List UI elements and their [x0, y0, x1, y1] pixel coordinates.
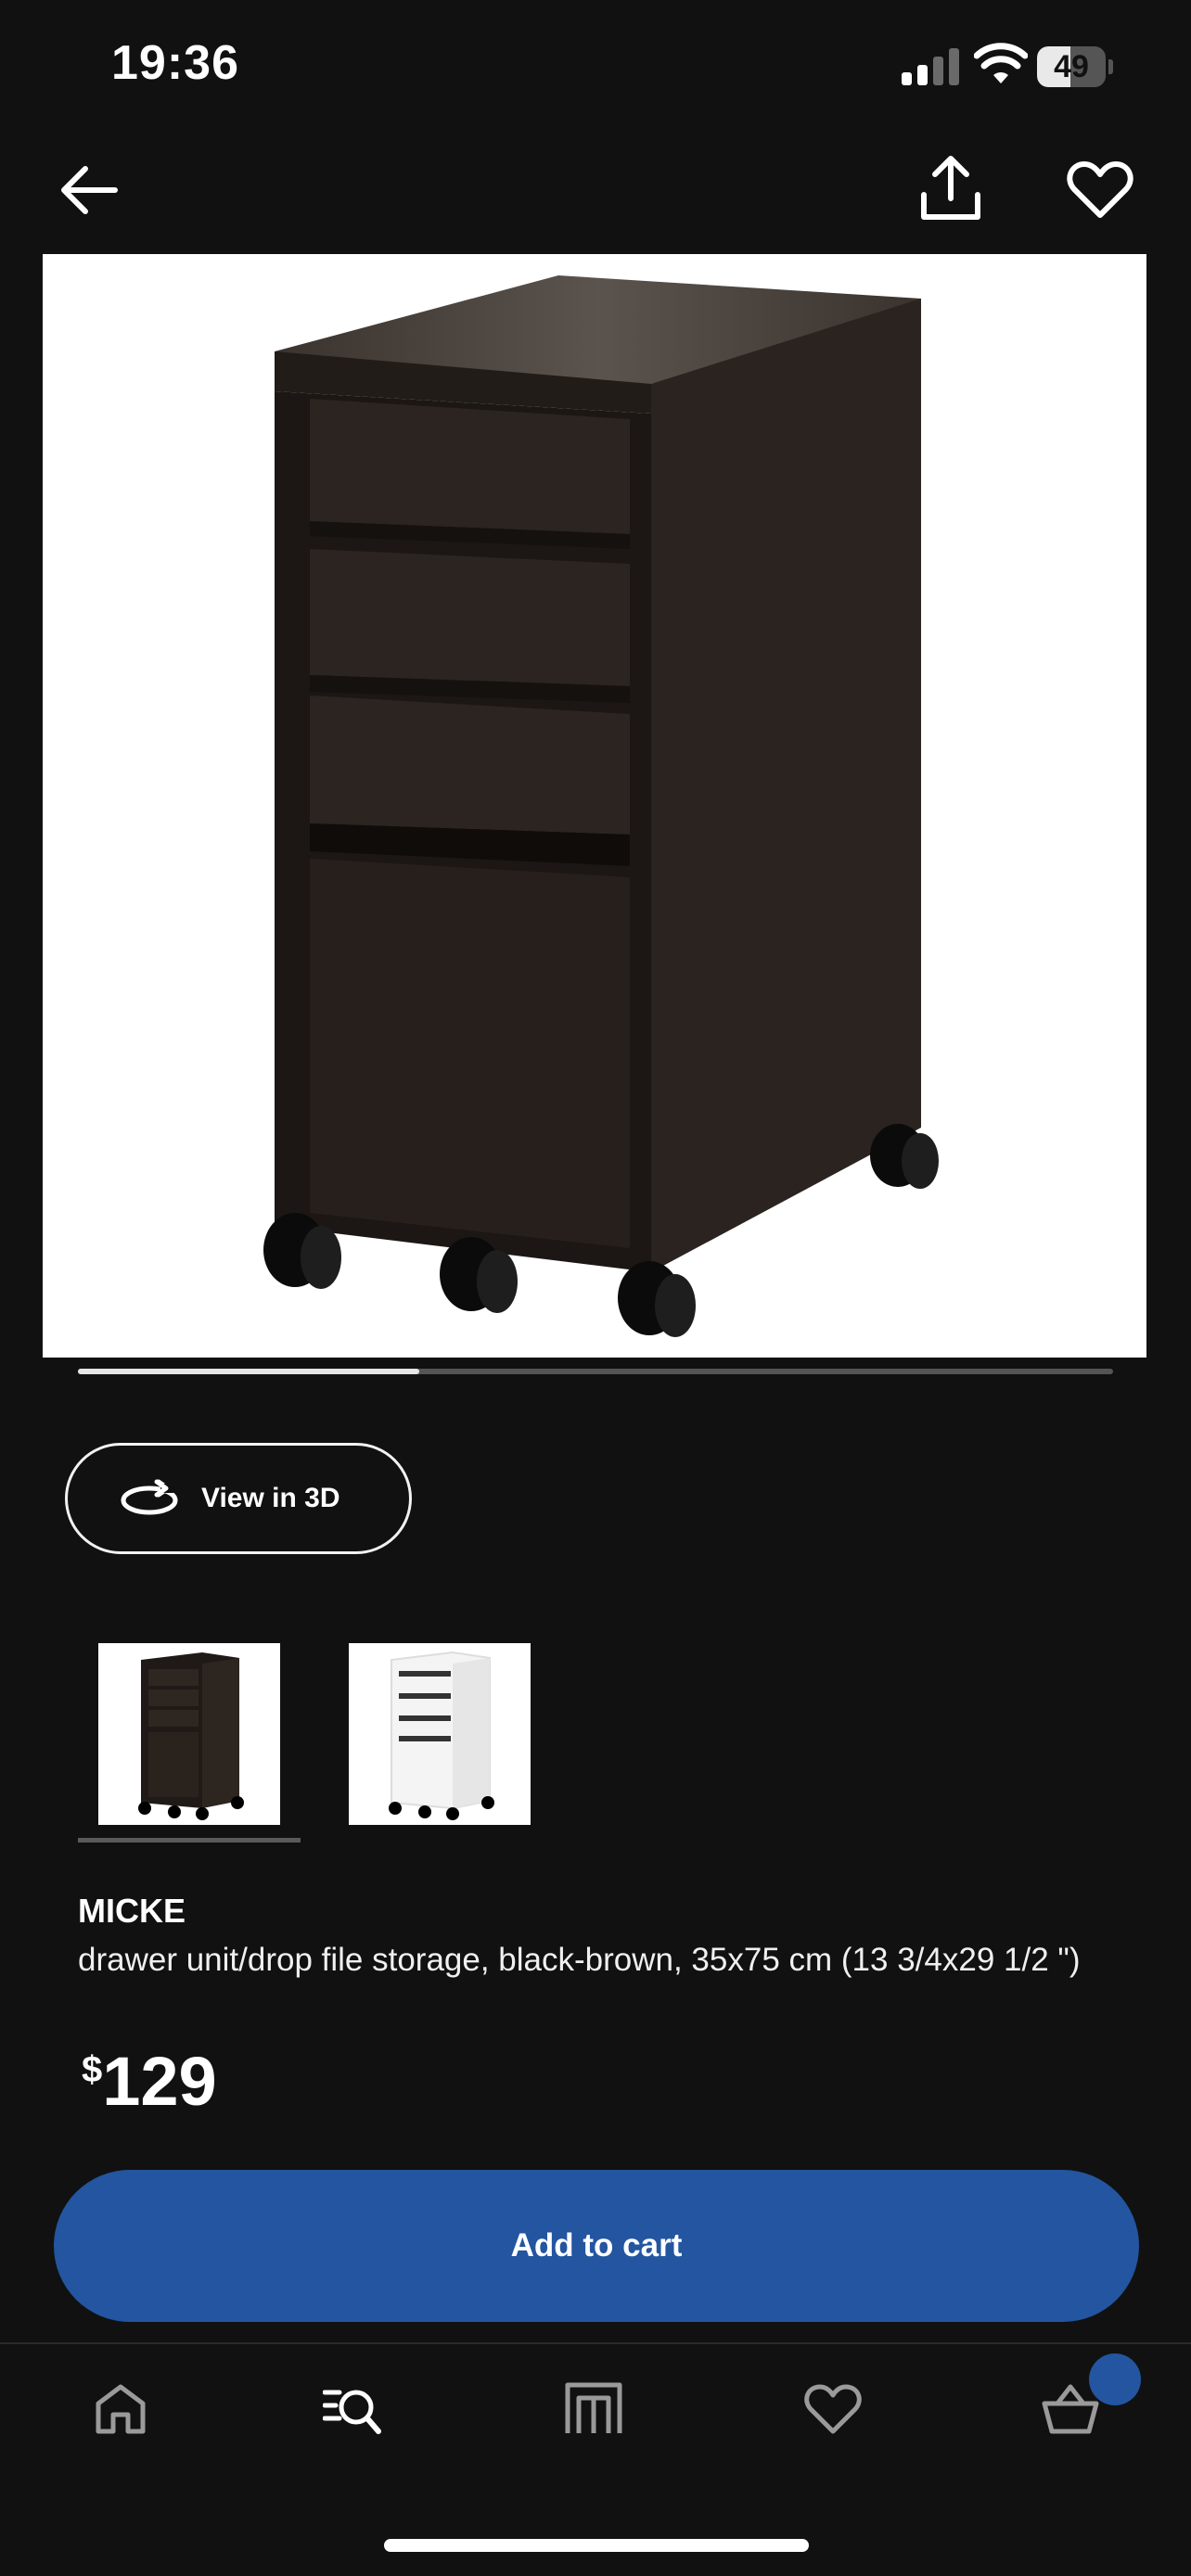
share-icon[interactable] [918, 154, 983, 224]
product-price: $129 [82, 2042, 217, 2121]
favorites-icon[interactable] [803, 2379, 863, 2439]
price-amount: 129 [102, 2043, 217, 2120]
product-image[interactable] [43, 254, 1146, 1358]
battery-level: 49 [1054, 49, 1089, 84]
stores-icon[interactable] [564, 2379, 623, 2439]
home-indicator[interactable] [384, 2539, 809, 2552]
home-icon[interactable] [91, 2379, 150, 2439]
variant-white-image [389, 1651, 494, 1820]
view-in-3d-button[interactable]: View in 3D [65, 1443, 412, 1554]
variant-black-brown-thumbnail[interactable] [98, 1643, 280, 1825]
search-icon[interactable] [323, 2379, 382, 2439]
variant-black-brown-image [138, 1652, 244, 1820]
cart-badge [1089, 2353, 1141, 2405]
drawer-unit-illustration [263, 275, 939, 1337]
add-to-cart-label: Add to cart [510, 2227, 683, 2264]
selected-variant-indicator [78, 1838, 301, 1843]
price-currency: $ [82, 2049, 103, 2090]
back-arrow-icon[interactable] [56, 158, 121, 223]
product-description: drawer unit/drop file storage, black-bro… [78, 1942, 1081, 1978]
product-name: MICKE [78, 1892, 186, 1930]
bottom-nav-divider [0, 2342, 1191, 2344]
gallery-progress-fill [78, 1369, 420, 1374]
wifi-icon [974, 43, 1028, 83]
view-in-3d-label: View in 3D [201, 1483, 340, 1513]
battery-icon: 49 [1037, 46, 1113, 87]
add-to-cart-button[interactable]: Add to cart [54, 2170, 1139, 2322]
variant-white-thumbnail[interactable] [349, 1643, 531, 1825]
heart-icon[interactable] [1067, 159, 1133, 221]
status-time: 19:36 [111, 36, 239, 90]
rotate-3d-icon [121, 1479, 178, 1515]
signal-icon [902, 48, 959, 85]
battery-tip [1108, 59, 1113, 74]
gallery-progress-track [78, 1369, 1113, 1374]
